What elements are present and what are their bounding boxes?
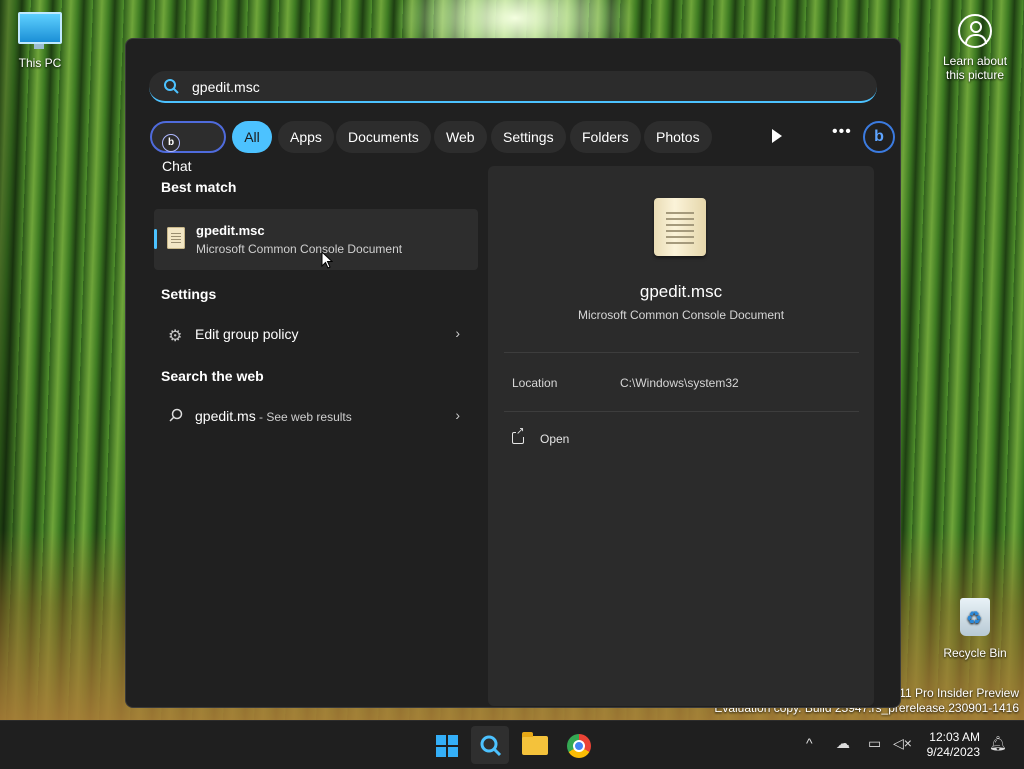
system-clock[interactable]: 12:03 AM 9/24/2023 [912, 730, 980, 760]
bing-chat-icon: b [162, 134, 180, 152]
search-icon [163, 78, 179, 99]
preview-pane: gpedit.msc Microsoft Common Console Docu… [488, 166, 874, 706]
search-query[interactable]: gpedit.msc [192, 79, 260, 95]
filter-folders[interactable]: Folders [570, 121, 641, 153]
windows-logo-icon [436, 735, 458, 757]
taskbar-chrome[interactable] [559, 726, 597, 764]
divider [504, 411, 859, 412]
folder-icon [522, 732, 548, 755]
search-web-header: Search the web [161, 368, 264, 384]
volume-muted-icon[interactable]: ◁× [893, 735, 912, 752]
search-icon [169, 408, 183, 427]
filter-apps[interactable]: Apps [278, 121, 334, 153]
person-circle-icon [958, 14, 992, 48]
start-button[interactable] [427, 726, 465, 764]
chevron-right-icon: › [455, 325, 460, 341]
notification-bell-icon[interactable]: 🔔︎ [989, 735, 1007, 752]
taskbar-file-explorer[interactable] [515, 726, 553, 764]
preview-title: gpedit.msc [639, 282, 723, 301]
best-match-name: gpedit.msc [196, 223, 265, 238]
filter-bar: b Chat All Apps Documents Web Settings Fo… [150, 121, 895, 174]
document-scroll-icon [167, 227, 185, 249]
clock-date: 9/24/2023 [926, 745, 980, 759]
network-icon[interactable]: ▭ [868, 735, 881, 752]
best-match-item[interactable]: gpedit.msc Microsoft Common Console Docu… [154, 209, 478, 270]
filter-chat-label: Chat [162, 158, 192, 174]
gear-icon: ⚙ [168, 328, 183, 345]
filter-settings[interactable]: Settings [491, 121, 566, 153]
settings-header: Settings [161, 286, 217, 302]
filter-photos[interactable]: Photos [644, 121, 712, 153]
filter-chat[interactable]: b Chat [150, 121, 226, 174]
web-suffix: - See web results [255, 410, 352, 424]
recycle-bin-icon: ♻ [960, 598, 990, 636]
web-result-item[interactable]: gpedit.ms - See web results › [154, 398, 478, 436]
filter-all[interactable]: All [232, 121, 272, 153]
divider [504, 352, 859, 353]
search-input[interactable]: gpedit.msc [149, 71, 877, 103]
chrome-icon [567, 734, 591, 758]
bing-icon[interactable]: b [863, 121, 895, 153]
desktop-icon-label: This PC [18, 56, 62, 70]
document-scroll-icon [654, 198, 706, 256]
open-label: Open [540, 432, 570, 446]
preview-subtitle: Microsoft Common Console Document [577, 308, 785, 322]
mouse-cursor-icon [321, 250, 334, 274]
desktop-icon-this-pc[interactable]: This PC [0, 12, 80, 70]
location-label: Location [512, 376, 558, 390]
settings-item-label: Edit group policy [195, 326, 299, 342]
search-icon [480, 735, 502, 757]
onedrive-icon[interactable]: ☁ [836, 735, 850, 752]
play-icon[interactable] [772, 129, 782, 143]
open-action[interactable]: Open [512, 427, 570, 446]
learn-about-picture[interactable]: Learn about this picture [936, 10, 1014, 82]
settings-item-edit-group-policy[interactable]: ⚙ Edit group policy › [154, 316, 478, 354]
desktop-icon-recycle-bin[interactable]: ♻ Recycle Bin [935, 598, 1015, 660]
best-match-type: Microsoft Common Console Document [196, 242, 403, 256]
clock-time: 12:03 AM [929, 730, 980, 744]
learn-line-2: this picture [945, 68, 1005, 82]
chevron-right-icon: › [455, 407, 460, 423]
best-match-header: Best match [161, 179, 237, 195]
web-query: gpedit.ms [195, 408, 256, 424]
chevron-up-icon[interactable]: ^ [806, 735, 813, 751]
selection-indicator [154, 229, 157, 249]
learn-line-1: Learn about [942, 54, 1008, 68]
taskbar-search-button[interactable] [471, 726, 509, 764]
open-external-icon [512, 427, 525, 444]
filter-documents[interactable]: Documents [336, 121, 431, 153]
monitor-icon [18, 12, 62, 49]
more-options-icon[interactable]: ••• [832, 123, 852, 141]
filter-web[interactable]: Web [434, 121, 487, 153]
taskbar: ^ ☁ ▭ ◁× 12:03 AM 9/24/2023 🔔︎ [0, 720, 1024, 769]
location-value[interactable]: C:\Windows\system32 [620, 376, 739, 390]
desktop-icon-label: Recycle Bin [943, 646, 1007, 660]
